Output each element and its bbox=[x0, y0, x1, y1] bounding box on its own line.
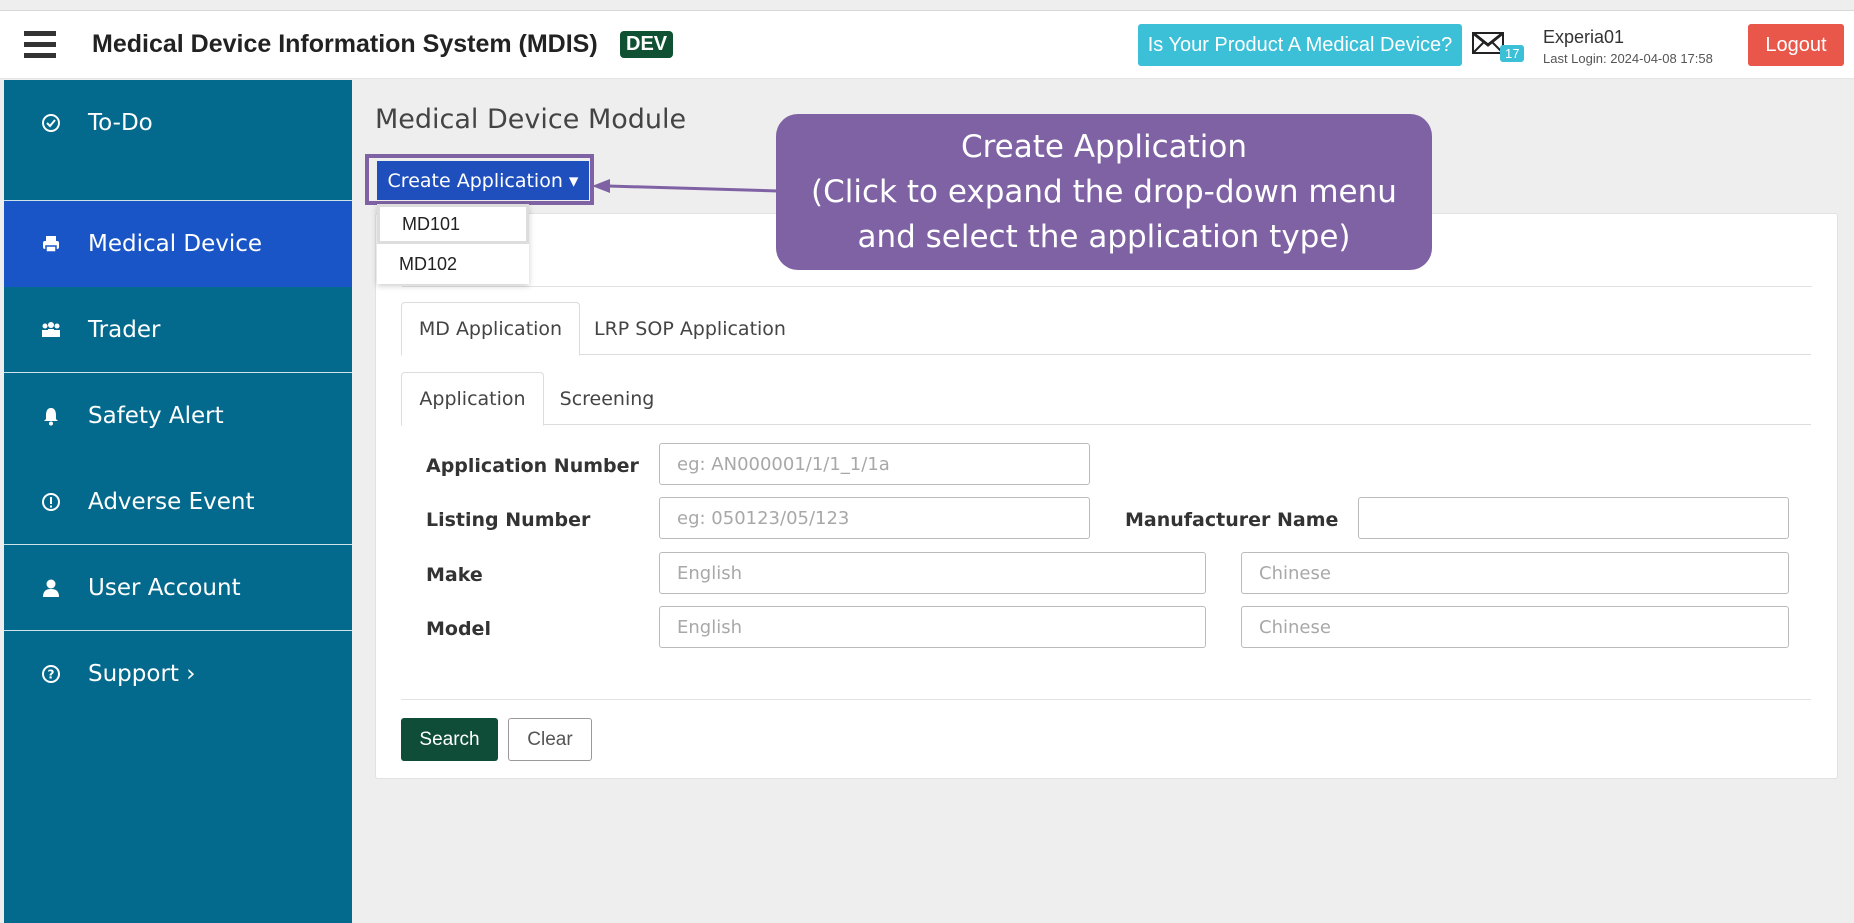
tab-screening[interactable]: Screening bbox=[544, 372, 670, 426]
sidebar-item-support[interactable]: ? Support › bbox=[4, 631, 352, 717]
tab-lrp-sop-application[interactable]: LRP SOP Application bbox=[580, 302, 800, 356]
make-label: Make bbox=[426, 564, 483, 586]
user-icon bbox=[40, 577, 62, 599]
listing-number-input[interactable] bbox=[659, 497, 1090, 539]
sidebar-item-label: Safety Alert bbox=[88, 403, 224, 429]
sidebar-item-label: Medical Device bbox=[88, 231, 263, 257]
tab-application[interactable]: Application bbox=[401, 372, 544, 426]
printer-icon bbox=[40, 233, 62, 255]
logout-button[interactable]: Logout bbox=[1748, 24, 1844, 66]
model-chinese-input[interactable] bbox=[1241, 606, 1789, 648]
sidebar: To-Do Medical Device Trader Safety Alert… bbox=[4, 80, 352, 923]
sidebar-item-adverse-event[interactable]: Adverse Event bbox=[4, 459, 352, 545]
env-badge: DEV bbox=[620, 31, 674, 58]
callout-line: (Click to expand the drop-down menu bbox=[811, 173, 1397, 210]
clear-button[interactable]: Clear bbox=[508, 718, 592, 761]
search-panel bbox=[375, 213, 1838, 779]
exclamation-circle-icon bbox=[40, 491, 62, 513]
last-login: Last Login: 2024-04-08 17:58 bbox=[1543, 51, 1713, 66]
top-header: Medical Device Information System (MDIS)… bbox=[0, 10, 1854, 79]
primary-tabs: MD Application LRP SOP Application bbox=[401, 302, 1811, 356]
search-button[interactable]: Search bbox=[401, 718, 498, 761]
panel-divider bbox=[402, 286, 1812, 287]
tab-md-application[interactable]: MD Application bbox=[401, 302, 580, 356]
callout-arrow bbox=[592, 179, 779, 193]
is-product-medical-device-button[interactable]: Is Your Product A Medical Device? bbox=[1138, 24, 1462, 66]
sidebar-item-label: To-Do bbox=[88, 110, 153, 136]
make-english-input[interactable] bbox=[659, 552, 1206, 594]
question-circle-icon: ? bbox=[40, 663, 62, 685]
sidebar-item-label: Trader bbox=[88, 317, 161, 343]
mail-count-badge: 17 bbox=[1500, 45, 1525, 62]
bell-icon bbox=[40, 405, 62, 427]
sidebar-item-trader[interactable]: Trader bbox=[4, 287, 352, 373]
sidebar-item-label: User Account bbox=[88, 575, 241, 601]
manufacturer-name-label: Manufacturer Name bbox=[1125, 509, 1339, 531]
callout-line: and select the application type) bbox=[857, 218, 1351, 255]
hamburger-menu-icon[interactable] bbox=[24, 31, 56, 59]
secondary-tabs: Application Screening bbox=[401, 372, 1811, 426]
model-english-input[interactable] bbox=[659, 606, 1206, 648]
svg-text:?: ? bbox=[48, 668, 55, 682]
listing-number-label: Listing Number bbox=[426, 509, 591, 531]
sidebar-item-user-account[interactable]: User Account bbox=[4, 545, 352, 631]
users-icon bbox=[40, 319, 62, 341]
dropdown-option-md101[interactable]: MD101 bbox=[377, 204, 529, 244]
application-number-input[interactable] bbox=[659, 443, 1090, 485]
mail-button[interactable]: 17 bbox=[1472, 31, 1532, 67]
sidebar-item-medical-device[interactable]: Medical Device bbox=[4, 201, 352, 287]
sidebar-item-todo[interactable]: To-Do bbox=[4, 80, 352, 166]
dropdown-option-md102[interactable]: MD102 bbox=[377, 244, 529, 284]
page-title: Medical Device Module bbox=[375, 104, 687, 135]
manufacturer-name-input[interactable] bbox=[1358, 497, 1789, 539]
make-chinese-input[interactable] bbox=[1241, 552, 1789, 594]
model-label: Model bbox=[426, 618, 491, 640]
sidebar-item-label: Support › bbox=[88, 661, 196, 687]
sidebar-item-label: Adverse Event bbox=[88, 489, 255, 515]
create-application-dropdown: MD101 MD102 bbox=[377, 204, 529, 284]
callout-line: Create Application bbox=[960, 128, 1248, 165]
check-circle-icon bbox=[40, 112, 62, 134]
form-divider bbox=[401, 699, 1811, 700]
application-number-label: Application Number bbox=[426, 455, 639, 477]
create-application-button[interactable]: Create Application ▾ bbox=[377, 161, 589, 200]
instruction-callout: Create Application (Click to expand the … bbox=[776, 114, 1432, 270]
sidebar-item-safety-alert[interactable]: Safety Alert bbox=[4, 373, 352, 459]
app-title: Medical Device Information System (MDIS) bbox=[92, 30, 598, 58]
user-name: Experia01 bbox=[1543, 27, 1625, 47]
